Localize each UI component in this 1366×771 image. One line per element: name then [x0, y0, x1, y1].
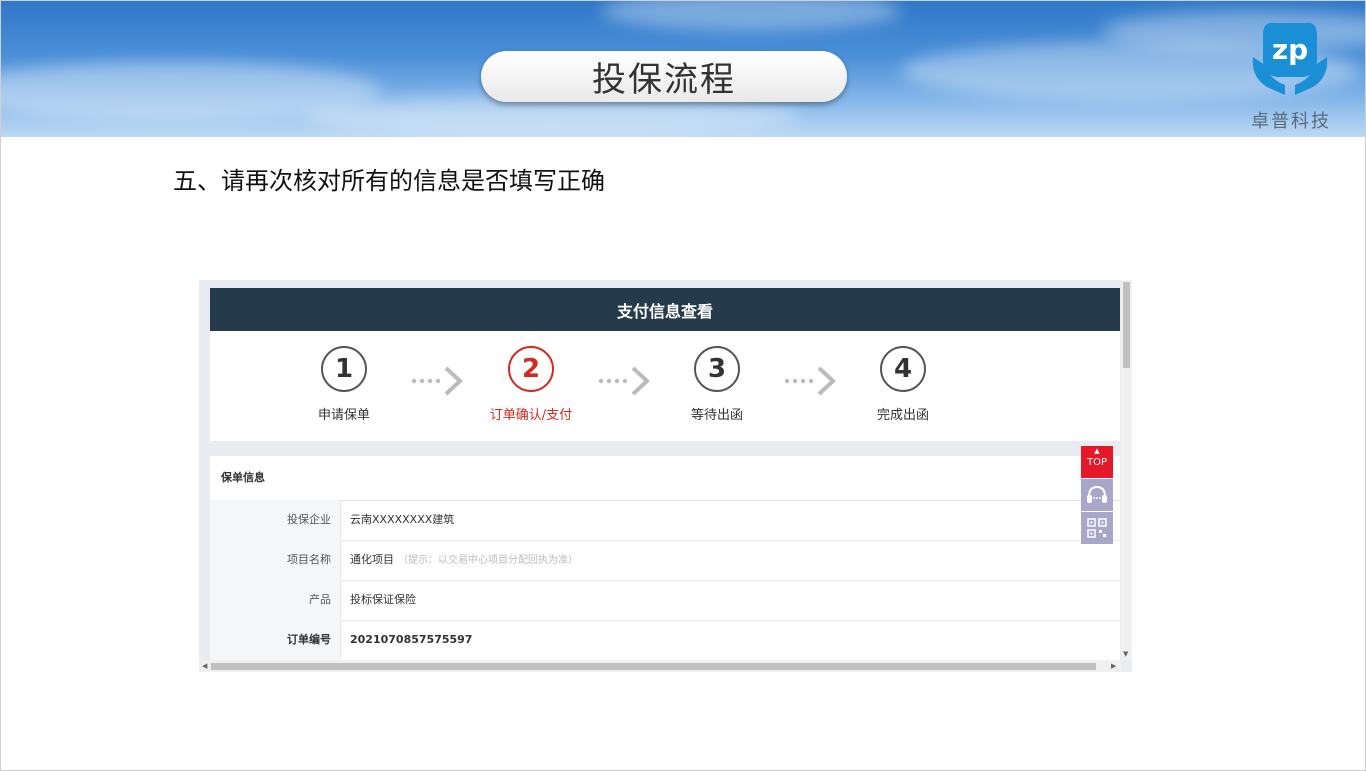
- step-2-label: 订单确认/支付: [489, 408, 573, 423]
- policy-info-panel: 保单信息 投保企业 云南XXXXXXXX建筑 项目名称 通化项目 （提示：以交易中…: [210, 456, 1120, 666]
- table-row: 项目名称 通化项目 （提示：以交易中心项目分配回执为准）: [210, 540, 1120, 581]
- step-2-circle: 2: [508, 346, 554, 392]
- horizontal-scroll-thumb[interactable]: [211, 663, 1096, 670]
- sky-banner: 投保流程 zp 卓普科技: [1, 1, 1365, 137]
- row-value: 2021070857575597: [350, 620, 472, 660]
- qrcode-icon: [1087, 518, 1107, 538]
- value-text: 投标保证保险: [350, 593, 416, 606]
- scroll-down-icon[interactable]: ▼: [1123, 650, 1128, 658]
- step-3-circle: 3: [694, 346, 740, 392]
- scroll-right-icon[interactable]: ▶: [1111, 662, 1116, 670]
- vertical-scrollbar[interactable]: ▼: [1121, 280, 1132, 660]
- step-3: 3 等待出函: [657, 346, 777, 423]
- customer-service-button[interactable]: [1081, 479, 1113, 511]
- row-label: 订单编号: [210, 620, 341, 660]
- section-title: 保单信息: [210, 456, 1120, 501]
- scroll-left-icon[interactable]: ◀: [202, 662, 207, 670]
- table-row: 订单编号 2021070857575597: [210, 620, 1120, 661]
- row-label: 项目名称: [210, 540, 341, 580]
- row-value: 投标保证保险: [350, 580, 416, 620]
- step-1-label: 申请保单: [317, 408, 370, 423]
- value-text: 2021070857575597: [350, 633, 473, 646]
- step-4: 4 完成出函: [843, 346, 963, 423]
- step-1: 1 申请保单: [284, 346, 404, 423]
- up-arrow-icon: ▲: [1094, 447, 1100, 455]
- qrcode-button[interactable]: [1081, 512, 1113, 544]
- row-label: 产品: [210, 580, 341, 620]
- row-value: 通化项目 （提示：以交易中心项目分配回执为准）: [350, 540, 578, 580]
- step-arrow-icon: [411, 366, 463, 396]
- value-text: 云南XXXXXXXX建筑: [350, 513, 455, 526]
- hint-text: （提示：以交易中心项目分配回执为准）: [398, 555, 578, 566]
- step-3-label: 等待出函: [690, 408, 743, 423]
- payment-header: 支付信息查看: [210, 288, 1120, 331]
- progress-steps: 1 申请保单 2 订单确认/支付 3 等待出函 4 完成出函: [210, 331, 1120, 441]
- table-row: 产品 投标保证保险: [210, 580, 1120, 621]
- slide-title: 投保流程: [481, 51, 847, 102]
- step-4-circle: 4: [880, 346, 926, 392]
- embedded-screenshot: 支付信息查看 1 申请保单 2 订单确认/支付 3 等待出函 4 完成出函 保单…: [199, 280, 1132, 672]
- row-value: 云南XXXXXXXX建筑: [350, 500, 454, 540]
- vertical-scroll-thumb[interactable]: [1123, 282, 1130, 368]
- table-row: 投保企业 云南XXXXXXXX建筑: [210, 500, 1120, 541]
- step-arrow-icon: [784, 366, 836, 396]
- step-4-label: 完成出函: [876, 408, 929, 423]
- value-text: 通化项目: [350, 553, 394, 566]
- headset-icon: [1087, 485, 1107, 503]
- step-1-circle: 1: [321, 346, 367, 392]
- step-arrow-icon: [598, 366, 650, 396]
- row-label: 投保企业: [210, 500, 341, 540]
- instruction-text: 五、请再次核对所有的信息是否填写正确: [173, 167, 605, 195]
- top-label: TOP: [1086, 457, 1107, 468]
- zp-logo-icon: zp: [1245, 15, 1335, 105]
- logo-text: 卓普科技: [1251, 111, 1331, 132]
- slide: 投保流程 zp 卓普科技 五、请再次核对所有的信息是否填写正确 支付信息查看 1…: [0, 0, 1366, 771]
- back-to-top-button[interactable]: ▲ TOP: [1081, 446, 1113, 478]
- svg-text:zp: zp: [1272, 33, 1308, 66]
- step-2: 2 订单确认/支付: [471, 346, 591, 423]
- horizontal-scrollbar[interactable]: ◀ ▶: [199, 660, 1121, 672]
